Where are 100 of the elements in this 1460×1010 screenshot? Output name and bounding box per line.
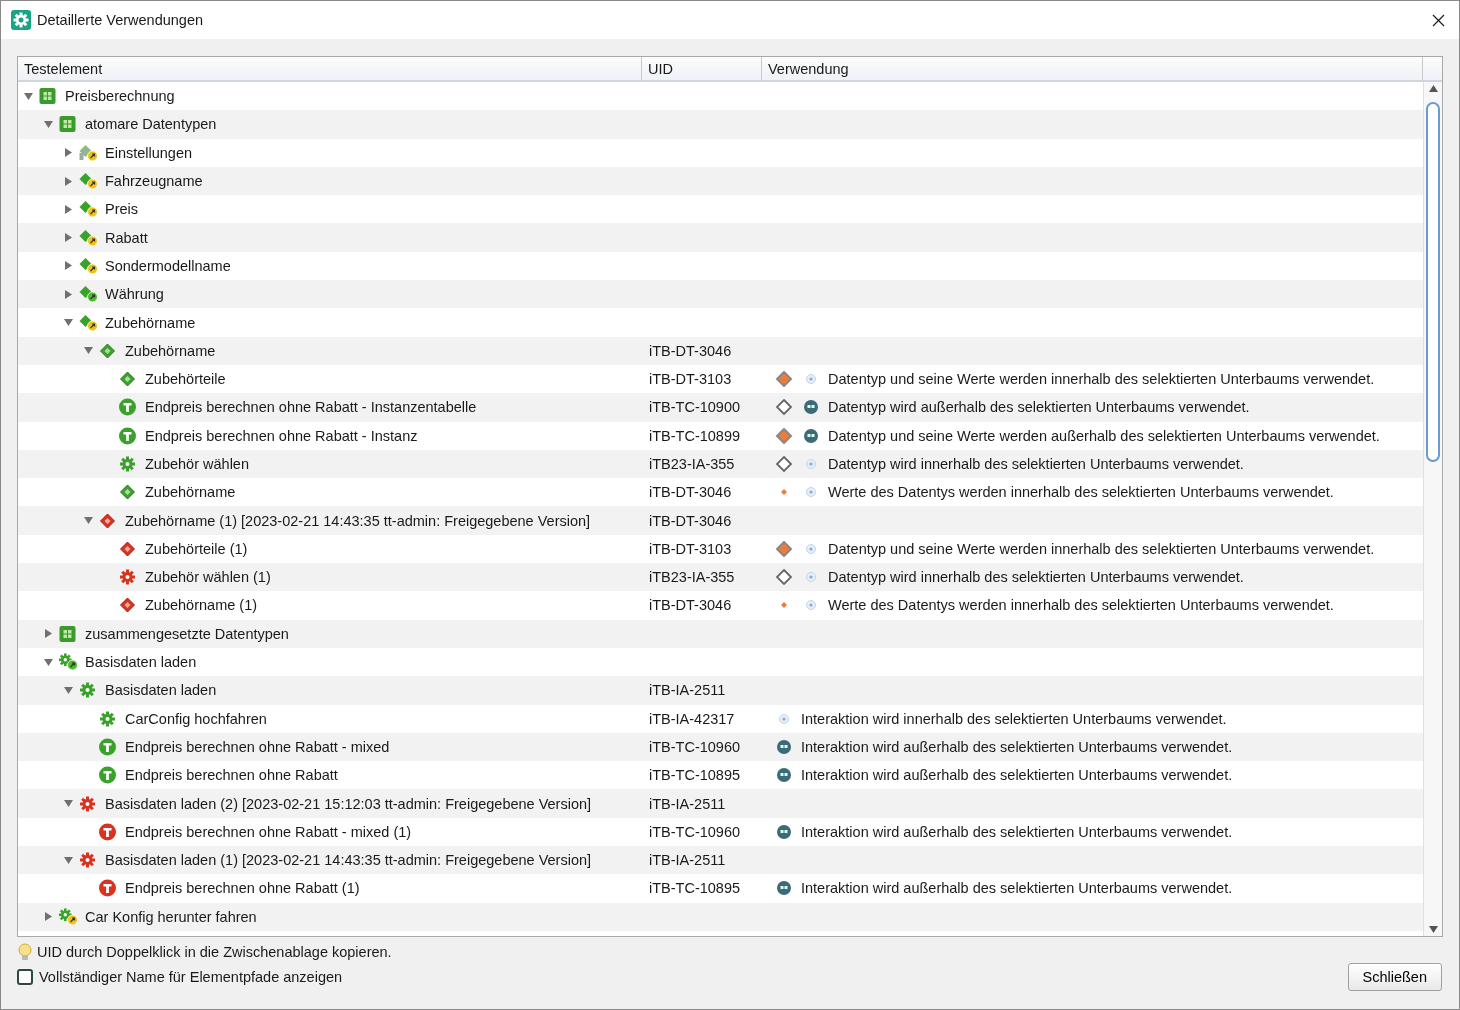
uid-text: iTB-DT-3046 bbox=[649, 342, 732, 359]
tree-item-label[interactable]: Einstellungen bbox=[105, 144, 193, 161]
usage-text: Werte des Datentys werden innerhalb des selektierten Unterbaums verwendet. bbox=[828, 484, 1334, 501]
collapse-toggle[interactable] bbox=[83, 346, 93, 356]
tree-item-label[interactable]: Zubehörname (1) bbox=[145, 597, 258, 614]
tree-item-label[interactable]: Rabatt bbox=[105, 229, 148, 246]
collapse-toggle[interactable] bbox=[63, 685, 73, 695]
tree-item-label[interactable]: Zubehörname bbox=[145, 484, 236, 501]
diamond-icon bbox=[118, 539, 138, 558]
expand-toggle[interactable] bbox=[63, 233, 73, 243]
collapse-toggle[interactable] bbox=[23, 91, 33, 101]
tree-item-label[interactable]: Basisdaten laden (2) [2023-02-21 15:12:03 tt-admin: Freigegebene Version] bbox=[105, 795, 592, 812]
datatype-reference-icon bbox=[78, 172, 98, 191]
tree-item-label[interactable]: Zubehörname bbox=[105, 314, 196, 331]
tree-item-label[interactable]: Basisdaten laden bbox=[105, 682, 217, 699]
tree-item-label[interactable]: Endpreis berechnen ohne Rabatt - mixed bbox=[125, 738, 390, 755]
usage-text: Datentyp und seine Werte werden außerhalb des selektierten Unterbaums verwendet. bbox=[828, 427, 1380, 444]
diamond-icon bbox=[118, 370, 138, 389]
usage-text: Interaktion wird außerhalb des selektierten Unterbaums verwendet. bbox=[801, 880, 1233, 897]
tree-item-label[interactable]: Zubehörname (1) [2023-02-21 14:43:35 tt-admin: Freigegebene Version] bbox=[125, 512, 591, 529]
usage-text: Datentyp wird außerhalb des selektierten Unterbaums verwendet. bbox=[828, 399, 1250, 416]
package-icon bbox=[38, 87, 58, 106]
tree-item-label[interactable]: atomare Datentypen bbox=[85, 116, 217, 133]
uid-text: iTB-DT-3046 bbox=[649, 484, 732, 501]
usage-text: Werte des Datentys werden innerhalb des selektierten Unterbaums verwendet. bbox=[828, 597, 1334, 614]
gear-icon bbox=[78, 851, 98, 870]
tree-item-label[interactable]: Endpreis berechnen ohne Rabatt - mixed (1) bbox=[125, 823, 412, 840]
uid-text: iTB-IA-2511 bbox=[649, 852, 726, 869]
tree-item-label[interactable]: Sondermodellname bbox=[105, 257, 231, 274]
gear-icon bbox=[118, 568, 138, 587]
uid-text: iTB-TC-10895 bbox=[649, 767, 741, 784]
datatype-reference-icon bbox=[78, 228, 98, 247]
expand-toggle[interactable] bbox=[63, 204, 73, 214]
gear-icon bbox=[118, 455, 138, 473]
tree-item-label[interactable]: CarConfig hochfahren bbox=[125, 710, 267, 727]
usage-text: Interaktion wird außerhalb des selektierten Unterbaums verwendet. bbox=[801, 767, 1233, 784]
tree-item-label[interactable]: Basisdaten laden bbox=[85, 654, 197, 671]
collapse-toggle[interactable] bbox=[43, 657, 53, 667]
tree-item-label[interactable]: Endpreis berechnen ohne Rabatt bbox=[125, 767, 338, 784]
tree-item-label[interactable]: Endpreis berechnen ohne Rabatt - Instanzentabelle bbox=[145, 399, 477, 416]
tree-item-label[interactable]: Preis bbox=[105, 201, 139, 218]
column-header[interactable]: Verwendung bbox=[762, 57, 1423, 81]
diamond-icon bbox=[118, 596, 138, 615]
tree-item-label[interactable]: Endpreis berechnen ohne Rabatt - Instanz bbox=[145, 427, 418, 444]
collapse-toggle[interactable] bbox=[43, 119, 53, 129]
uid-text: iTB-DT-3046 bbox=[649, 597, 732, 614]
tree-item-label[interactable]: Car Konfig herunter fahren bbox=[85, 908, 257, 925]
tree-item-label[interactable]: Zubehörteile (1) bbox=[145, 540, 248, 557]
tree-item-label[interactable]: Preisberechnung bbox=[65, 88, 175, 105]
uid-text: iTB-DT-3103 bbox=[649, 540, 732, 557]
window-title: Detaillerte Verwendungen bbox=[37, 12, 205, 28]
uid-text: iTB-TC-10960 bbox=[649, 823, 741, 840]
checkbox[interactable] bbox=[17, 969, 33, 985]
lightbulb-icon bbox=[17, 943, 33, 961]
gear-icon bbox=[78, 794, 98, 813]
uid-text: iTB-IA-2511 bbox=[649, 795, 726, 812]
usage-text: Datentyp und seine Werte werden innerhalb des selektierten Unterbaums verwendet. bbox=[828, 540, 1375, 557]
expand-toggle[interactable] bbox=[63, 261, 73, 271]
diamond-icon bbox=[98, 511, 118, 530]
test-case-icon bbox=[98, 766, 118, 785]
collapse-toggle[interactable] bbox=[83, 516, 93, 526]
test-case-icon bbox=[98, 822, 118, 841]
checkbox-label: Vollständiger Name für Elementpfade anzeigen bbox=[39, 969, 343, 985]
expand-toggle[interactable] bbox=[43, 912, 53, 922]
tree-item-label[interactable]: Zubehörname bbox=[125, 342, 216, 359]
expand-toggle[interactable] bbox=[63, 289, 73, 299]
gear-icon bbox=[78, 681, 98, 700]
tree-item-label[interactable]: Zubehörteile bbox=[145, 371, 226, 388]
datatype-reference-icon bbox=[78, 313, 98, 332]
uid-text: iTB-DT-3046 bbox=[649, 512, 732, 529]
expand-toggle[interactable] bbox=[63, 148, 73, 158]
package-icon bbox=[58, 115, 78, 134]
uid-text: iTB23-IA-355 bbox=[649, 569, 735, 586]
uid-text: iTB-IA-42317 bbox=[649, 710, 735, 727]
gear-reference-icon bbox=[58, 653, 78, 672]
datatype-reference-icon bbox=[78, 143, 98, 162]
usage-text: Datentyp wird innerhalb des selektierten Unterbaums verwendet. bbox=[828, 569, 1244, 586]
diamond-icon bbox=[118, 483, 138, 502]
tree-item-label[interactable]: zusammengesetzte Datentypen bbox=[85, 625, 289, 642]
close-dialog-button[interactable]: Schließen bbox=[1347, 963, 1442, 991]
column-header[interactable]: Testelement bbox=[18, 57, 642, 81]
tree-item-label[interactable]: Basisdaten laden (1) [2023-02-21 14:43:35 tt-admin: Freigegebene Version] bbox=[105, 852, 592, 869]
package-icon bbox=[58, 624, 78, 643]
tree-item-label[interactable]: Zubehör wählen bbox=[145, 456, 249, 472]
expand-toggle[interactable] bbox=[43, 629, 53, 639]
usage-text: Interaktion wird innerhalb des selektierten Unterbaums verwendet. bbox=[801, 710, 1227, 727]
collapse-toggle[interactable] bbox=[63, 855, 73, 865]
tree-item-label[interactable]: Zubehör wählen (1) bbox=[145, 569, 271, 586]
tree-item-label[interactable]: Fahrzeugname bbox=[105, 173, 203, 190]
uid-text: iTB-TC-10895 bbox=[649, 880, 741, 897]
diamond-icon bbox=[98, 341, 118, 360]
tree-item-label[interactable]: Endpreis berechnen ohne Rabatt (1) bbox=[125, 880, 360, 897]
tree-item-label[interactable]: Währung bbox=[105, 286, 164, 303]
gear-reference-icon bbox=[58, 907, 78, 926]
column-header[interactable]: UID bbox=[642, 57, 762, 81]
collapse-toggle[interactable] bbox=[63, 318, 73, 327]
scrollbar[interactable] bbox=[1423, 82, 1442, 936]
expand-toggle[interactable] bbox=[63, 176, 73, 186]
collapse-toggle[interactable] bbox=[63, 799, 73, 809]
gear-icon bbox=[98, 709, 118, 728]
